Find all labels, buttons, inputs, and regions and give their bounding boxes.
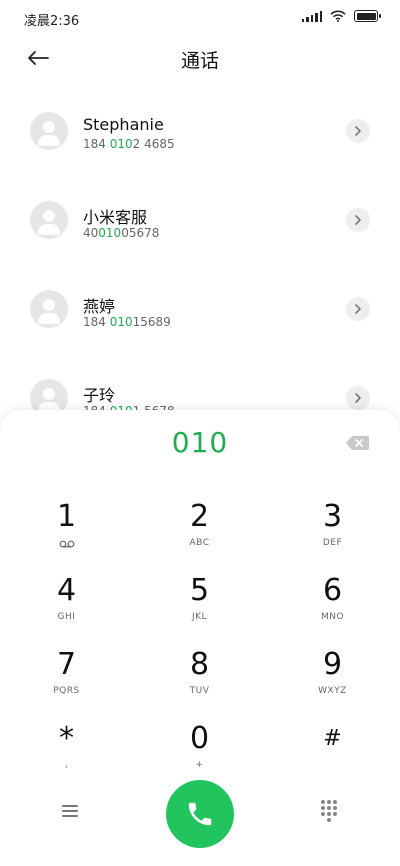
contact-number: 4001005678	[83, 226, 160, 240]
key-3[interactable]: 3 DEF	[266, 498, 399, 572]
call-button[interactable]	[166, 780, 234, 848]
backspace-icon	[346, 436, 369, 450]
contact-detail-button[interactable]	[346, 297, 370, 321]
wifi-icon	[330, 10, 346, 22]
status-bar: 凌晨2:36	[0, 0, 400, 36]
contact-detail-button[interactable]	[346, 208, 370, 232]
chevron-right-icon	[355, 304, 361, 314]
header: 通话	[0, 36, 400, 80]
menu-button[interactable]	[58, 802, 82, 824]
chevron-right-icon	[355, 126, 361, 136]
signal-icon	[301, 10, 322, 22]
keypad-toggle-button[interactable]	[320, 800, 338, 824]
contact-number: 184 0102 4685	[83, 137, 175, 151]
contact-row[interactable]: 燕婷 184 01015689	[0, 266, 400, 355]
key-9[interactable]: 9 WXYZ	[266, 646, 399, 720]
key-5[interactable]: 5 JKL	[133, 572, 266, 646]
key-2[interactable]: 2 ABC	[133, 498, 266, 572]
contact-name: 小米客服	[83, 208, 148, 227]
avatar	[30, 112, 68, 150]
dialpad-panel: 010 1 2 ABC 3 DEF 4 GHI 5 JKL 6 MNO 7 PQ…	[0, 410, 400, 866]
contact-name: 子玲	[83, 386, 116, 405]
contact-row[interactable]: Stephanie 184 0102 4685	[0, 88, 400, 177]
chevron-right-icon	[355, 393, 361, 403]
status-time: 凌晨2:36	[24, 14, 80, 29]
key-6[interactable]: 6 MNO	[266, 572, 399, 646]
key-4[interactable]: 4 GHI	[0, 572, 133, 646]
contact-detail-button[interactable]	[346, 119, 370, 143]
page-title: 通话	[180, 50, 219, 72]
avatar	[30, 290, 68, 328]
contact-name: Stephanie	[83, 115, 164, 134]
phone-icon	[188, 802, 212, 826]
key-7[interactable]: 7 PQRS	[0, 646, 133, 720]
chevron-right-icon	[355, 215, 361, 225]
key-8[interactable]: 8 TUV	[133, 646, 266, 720]
contact-row[interactable]: 小米客服 4001005678	[0, 177, 400, 266]
contact-list: Stephanie 184 0102 4685 小米客服 4001005678 …	[0, 88, 400, 444]
status-icons	[301, 10, 381, 22]
voicemail-icon	[59, 540, 74, 548]
dialed-number: 010	[171, 426, 229, 459]
battery-icon	[354, 10, 381, 22]
contact-name: 燕婷	[83, 297, 116, 316]
contact-number: 184 01015689	[83, 315, 171, 329]
backspace-button[interactable]	[344, 434, 370, 452]
contact-detail-button[interactable]	[346, 386, 370, 410]
key-1[interactable]: 1	[0, 498, 133, 572]
avatar	[30, 201, 68, 239]
dialer-bottom-bar	[0, 780, 400, 850]
